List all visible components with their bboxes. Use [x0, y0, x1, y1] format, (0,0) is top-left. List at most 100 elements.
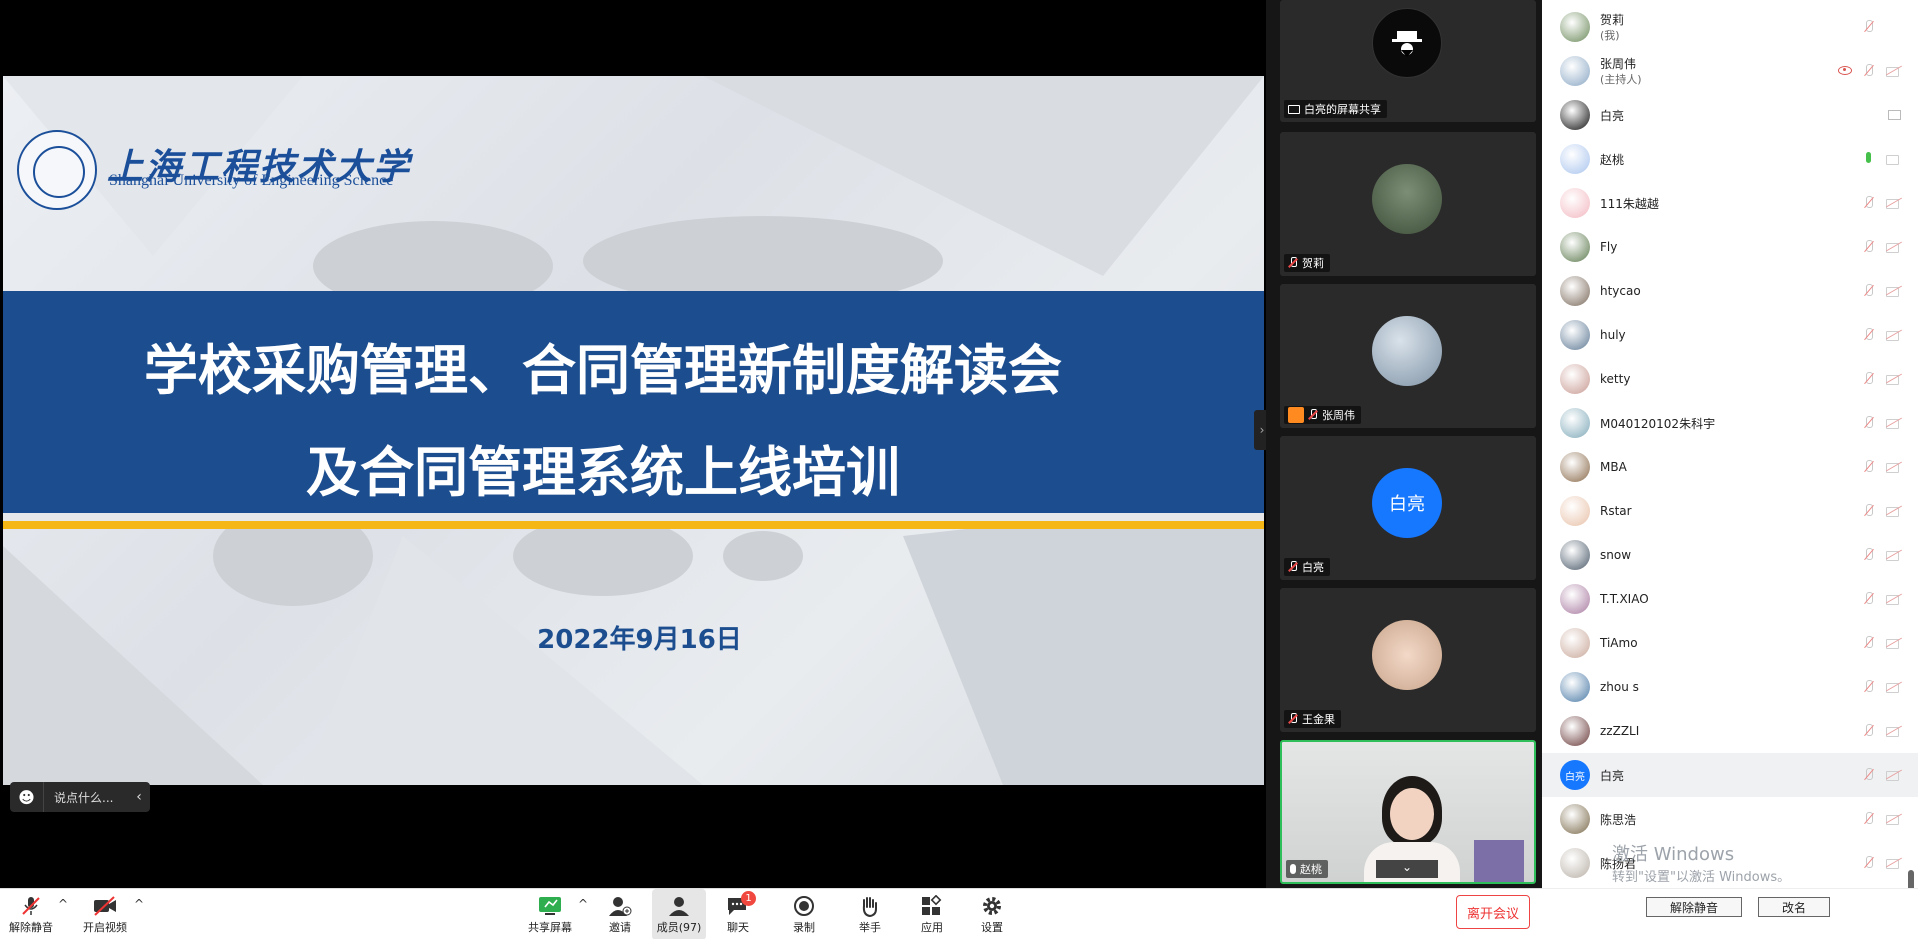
chevron-down-icon[interactable]: ⌄ — [1376, 860, 1438, 878]
emoji-icon[interactable]: ☻ — [10, 782, 44, 812]
participant-row[interactable]: 白亮 白亮 — [1542, 753, 1918, 797]
mic-muted-icon[interactable] — [1862, 724, 1876, 738]
chat-icon: 1 — [724, 891, 756, 919]
chat-input-placeholder[interactable]: 说点什么... — [44, 789, 128, 806]
mic-muted-icon[interactable] — [1862, 328, 1876, 342]
mic-muted-icon[interactable] — [1862, 196, 1876, 210]
mic-muted-icon[interactable] — [1862, 20, 1876, 34]
invite-button[interactable]: 邀请 — [602, 889, 638, 939]
camera-off-icon[interactable] — [1886, 637, 1902, 649]
camera-off-icon[interactable] — [1886, 65, 1902, 77]
camera-off-icon[interactable] — [1886, 241, 1902, 253]
participant-row[interactable]: 白亮 — [1542, 93, 1918, 137]
participant-name: zhou s — [1600, 680, 1639, 694]
share-screen-button[interactable]: 共享屏幕 — [524, 889, 576, 939]
camera-off-icon[interactable] — [1886, 813, 1902, 825]
video-tile[interactable]: 白亮 白亮 — [1280, 436, 1536, 580]
chevron-up-icon[interactable]: ^ — [134, 897, 144, 911]
participant-row[interactable]: Fly — [1542, 225, 1918, 269]
members-button[interactable]: 成员(97) — [652, 889, 706, 939]
mic-muted-icon[interactable] — [1862, 680, 1876, 694]
camera-off-icon[interactable] — [1886, 417, 1902, 429]
mic-muted-icon — [1308, 409, 1318, 421]
avatar — [1560, 364, 1590, 394]
participant-row[interactable]: snow — [1542, 533, 1918, 577]
settings-label: 设置 — [981, 921, 1003, 934]
eye-icon — [1838, 64, 1852, 78]
participant-row[interactable]: 赵桃 — [1542, 137, 1918, 181]
mic-muted-icon[interactable] — [1862, 548, 1876, 562]
chevron-up-icon[interactable]: ^ — [578, 897, 588, 911]
raise-hand-button[interactable]: 举手 — [852, 889, 888, 939]
camera-off-icon[interactable] — [1886, 769, 1902, 781]
title-band-gap — [3, 513, 1264, 521]
apps-icon — [918, 893, 946, 919]
participant-row[interactable]: T.T.XIAO — [1542, 577, 1918, 621]
mic-muted-icon[interactable] — [1862, 812, 1876, 826]
participant-name: Rstar — [1600, 504, 1632, 518]
mic-muted-icon[interactable] — [1862, 504, 1876, 518]
mic-muted-icon[interactable] — [1862, 64, 1876, 78]
avatar — [1560, 848, 1590, 878]
camera-off-icon[interactable] — [1886, 197, 1902, 209]
camera-off-icon[interactable] — [1886, 681, 1902, 693]
avatar — [1560, 452, 1590, 482]
participant-row[interactable]: 贺莉 (我) — [1542, 5, 1918, 49]
participant-row[interactable]: Rstar — [1542, 489, 1918, 533]
camera-off-icon[interactable] — [1886, 593, 1902, 605]
mic-muted-icon[interactable] — [1862, 284, 1876, 298]
start-video-label: 开启视频 — [83, 921, 127, 934]
participant-row[interactable]: zhou s — [1542, 665, 1918, 709]
participant-row[interactable]: htycao — [1542, 269, 1918, 313]
camera-off-icon[interactable] — [1886, 153, 1902, 165]
tile-label: 赵桃 — [1286, 860, 1328, 878]
leave-meeting-button[interactable]: 离开会议 — [1456, 895, 1530, 929]
video-tile[interactable]: 张周伟 — [1280, 284, 1536, 428]
participant-row[interactable]: TiAmo — [1542, 621, 1918, 665]
avatar — [1560, 672, 1590, 702]
mic-muted-icon[interactable] — [1862, 592, 1876, 606]
participant-row[interactable]: ketty — [1542, 357, 1918, 401]
video-tile[interactable]: 王金果 — [1280, 588, 1536, 732]
participant-row[interactable]: zzZZLI — [1542, 709, 1918, 753]
participant-row[interactable]: huly — [1542, 313, 1918, 357]
mic-muted-icon[interactable] — [1862, 460, 1876, 474]
mic-muted-icon[interactable] — [1862, 768, 1876, 782]
camera-off-icon[interactable] — [1886, 725, 1902, 737]
mic-muted-icon[interactable] — [1862, 636, 1876, 650]
camera-off-icon[interactable] — [1886, 857, 1902, 869]
unmute-all-button[interactable]: 解除静音 — [1646, 897, 1742, 917]
active-speaker-tile[interactable]: ⌄ 赵桃 — [1280, 740, 1536, 884]
camera-off-icon[interactable] — [1886, 329, 1902, 341]
rename-button[interactable]: 改名 — [1758, 897, 1830, 917]
share-screen-label: 共享屏幕 — [528, 921, 572, 934]
apps-button[interactable]: 应用 — [914, 889, 950, 939]
video-tile[interactable]: 白亮的屏幕共享 — [1280, 0, 1536, 122]
mic-muted-icon[interactable] — [1862, 416, 1876, 430]
mic-muted-icon[interactable] — [1862, 372, 1876, 386]
record-button[interactable]: 录制 — [786, 889, 822, 939]
mic-muted-icon[interactable] — [1862, 240, 1876, 254]
windows-watermark-title: 激活 Windows — [1612, 844, 1735, 865]
camera-off-icon[interactable] — [1886, 549, 1902, 561]
unmute-button[interactable]: 解除静音 — [6, 889, 56, 939]
participant-row[interactable]: 张周伟 (主持人) — [1542, 49, 1918, 93]
chat-button[interactable]: 1 聊天 — [720, 889, 756, 939]
camera-off-icon[interactable] — [1886, 373, 1902, 385]
video-tile[interactable]: 贺莉 — [1280, 132, 1536, 276]
mic-active-icon[interactable] — [1862, 152, 1876, 166]
camera-off-icon[interactable] — [1886, 461, 1902, 473]
participant-row[interactable]: 陈思浩 — [1542, 797, 1918, 841]
participant-row[interactable]: MBA — [1542, 445, 1918, 489]
mic-muted-icon[interactable] — [1862, 856, 1876, 870]
chat-quick-input[interactable]: ☻ 说点什么... ‹ — [10, 782, 150, 812]
camera-off-icon[interactable] — [1886, 285, 1902, 297]
screen-share-icon — [1886, 109, 1902, 121]
chevron-left-icon[interactable]: ‹ — [128, 789, 150, 805]
chevron-up-icon[interactable]: ^ — [58, 897, 68, 911]
settings-button[interactable]: 设置 — [974, 889, 1010, 939]
participant-row[interactable]: 111朱越越 — [1542, 181, 1918, 225]
participant-row[interactable]: M040120102朱科宇 — [1542, 401, 1918, 445]
camera-off-icon[interactable] — [1886, 505, 1902, 517]
start-video-button[interactable]: 开启视频 — [78, 889, 132, 939]
